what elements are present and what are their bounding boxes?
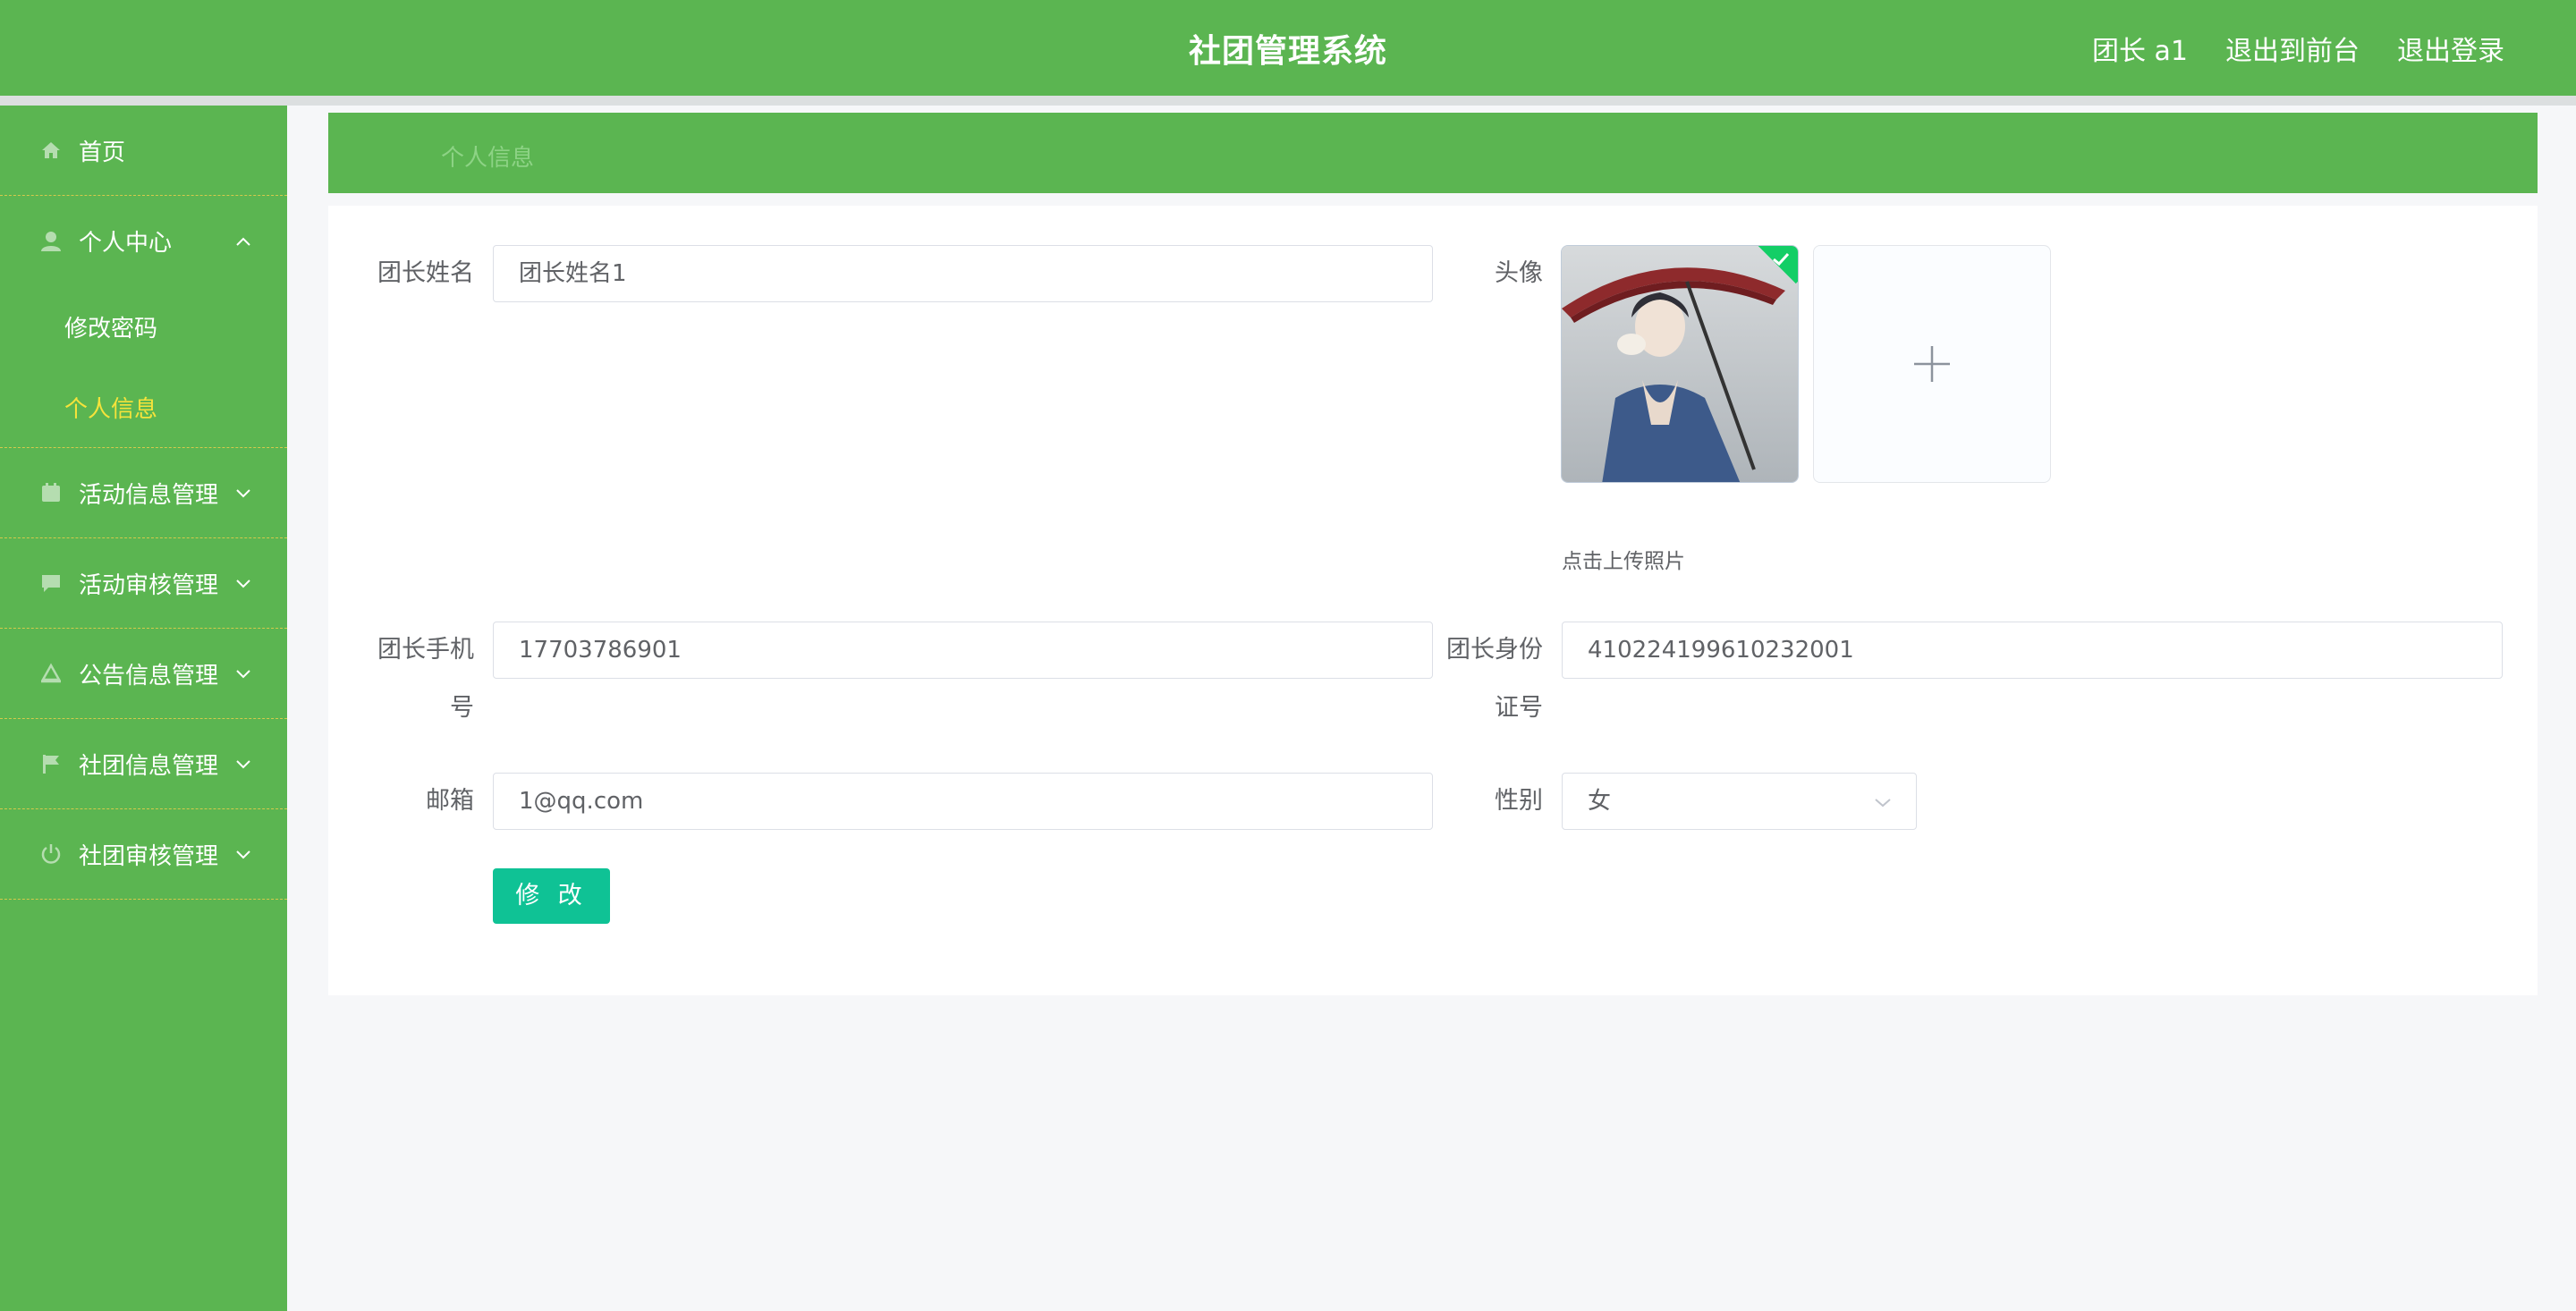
power-icon	[39, 842, 63, 866]
id-number-label-line1: 团长身份	[1446, 636, 1543, 664]
phone-label-line1: 团长手机	[377, 636, 474, 664]
user-icon	[39, 230, 63, 253]
personal-center-submenu: 修改密码 个人信息	[0, 286, 287, 448]
sidebar-item-club-info[interactable]: 社团信息管理	[0, 719, 287, 809]
chevron-down-icon	[236, 579, 250, 588]
logout-link[interactable]: 退出登录	[2397, 29, 2504, 68]
megaphone-icon	[39, 662, 63, 685]
chat-icon	[39, 571, 63, 595]
sidebar-item-label: 公告信息管理	[79, 662, 219, 689]
sidebar-item-home[interactable]: 首页	[0, 106, 287, 196]
sidebar-item-notice-info[interactable]: 公告信息管理	[0, 629, 287, 719]
email-input[interactable]: 1@qq.com	[493, 773, 1433, 830]
sidebar-item-activity-info[interactable]: 活动信息管理	[0, 448, 287, 538]
avatar-illustration	[1562, 246, 1798, 482]
avatar-image[interactable]	[1561, 245, 1799, 483]
submit-update-button[interactable]: 修 改	[493, 868, 610, 924]
avatar-label: 头像	[1495, 259, 1543, 287]
gender-label: 性别	[1495, 787, 1543, 815]
sidebar-item-personal-center[interactable]: 个人中心	[0, 196, 287, 286]
chevron-down-icon	[236, 670, 250, 679]
top-header: 社团管理系统 团长 a1 退出到前台 退出登录	[0, 0, 2576, 96]
sidebar-item-change-password[interactable]: 修改密码	[0, 286, 287, 367]
sidebar-item-label: 个人中心	[79, 230, 173, 257]
name-input[interactable]: 团长姓名1	[493, 245, 1433, 302]
sidebar-item-label: 活动审核管理	[79, 571, 219, 599]
back-to-front-link[interactable]: 退出到前台	[2225, 29, 2360, 68]
gender-select-value: 女	[1588, 788, 1612, 815]
chevron-up-icon	[236, 237, 250, 246]
sidebar-item-club-review[interactable]: 社团审核管理	[0, 809, 287, 900]
email-label: 邮箱	[426, 787, 474, 815]
sidebar-item-label: 活动信息管理	[79, 481, 219, 509]
check-icon	[1773, 252, 1790, 266]
chevron-down-icon	[236, 850, 250, 859]
id-number-label-line2: 证号	[1495, 694, 1543, 722]
name-label: 团长姓名	[377, 259, 474, 287]
header-divider	[0, 96, 2576, 106]
id-number-input[interactable]: 410224199610232001	[1562, 622, 2503, 679]
sidebar-item-label: 社团信息管理	[79, 752, 219, 780]
header-actions: 团长 a1 退出到前台 退出登录	[2092, 29, 2504, 68]
current-user-label[interactable]: 团长 a1	[2092, 29, 2188, 68]
upload-avatar-button[interactable]	[1813, 245, 2051, 483]
flag-icon	[39, 752, 63, 775]
calendar-icon	[39, 481, 63, 504]
chevron-down-icon	[236, 760, 250, 769]
gender-select[interactable]: 女	[1562, 773, 1917, 830]
breadcrumb-bar: 个人信息	[328, 113, 2538, 193]
upload-hint: 点击上传照片	[1562, 550, 1685, 573]
sidebar: 首页 个人中心 修改密码 个人信息 活动信息管理 活动审核管理 公告信息管理 社…	[0, 106, 287, 1311]
plus-icon	[1914, 346, 1950, 382]
home-icon	[39, 139, 63, 162]
phone-input[interactable]: 17703786901	[493, 622, 1433, 679]
chevron-down-icon	[1875, 799, 1891, 808]
breadcrumb: 个人信息	[441, 145, 535, 172]
sidebar-item-personal-info[interactable]: 个人信息	[0, 367, 287, 447]
chevron-down-icon	[236, 489, 250, 498]
sidebar-item-label: 社团审核管理	[79, 842, 219, 870]
profile-form-card	[328, 206, 2538, 995]
phone-label-line2: 号	[450, 694, 474, 722]
sidebar-item-label: 首页	[79, 139, 126, 166]
sidebar-item-activity-review[interactable]: 活动审核管理	[0, 538, 287, 629]
